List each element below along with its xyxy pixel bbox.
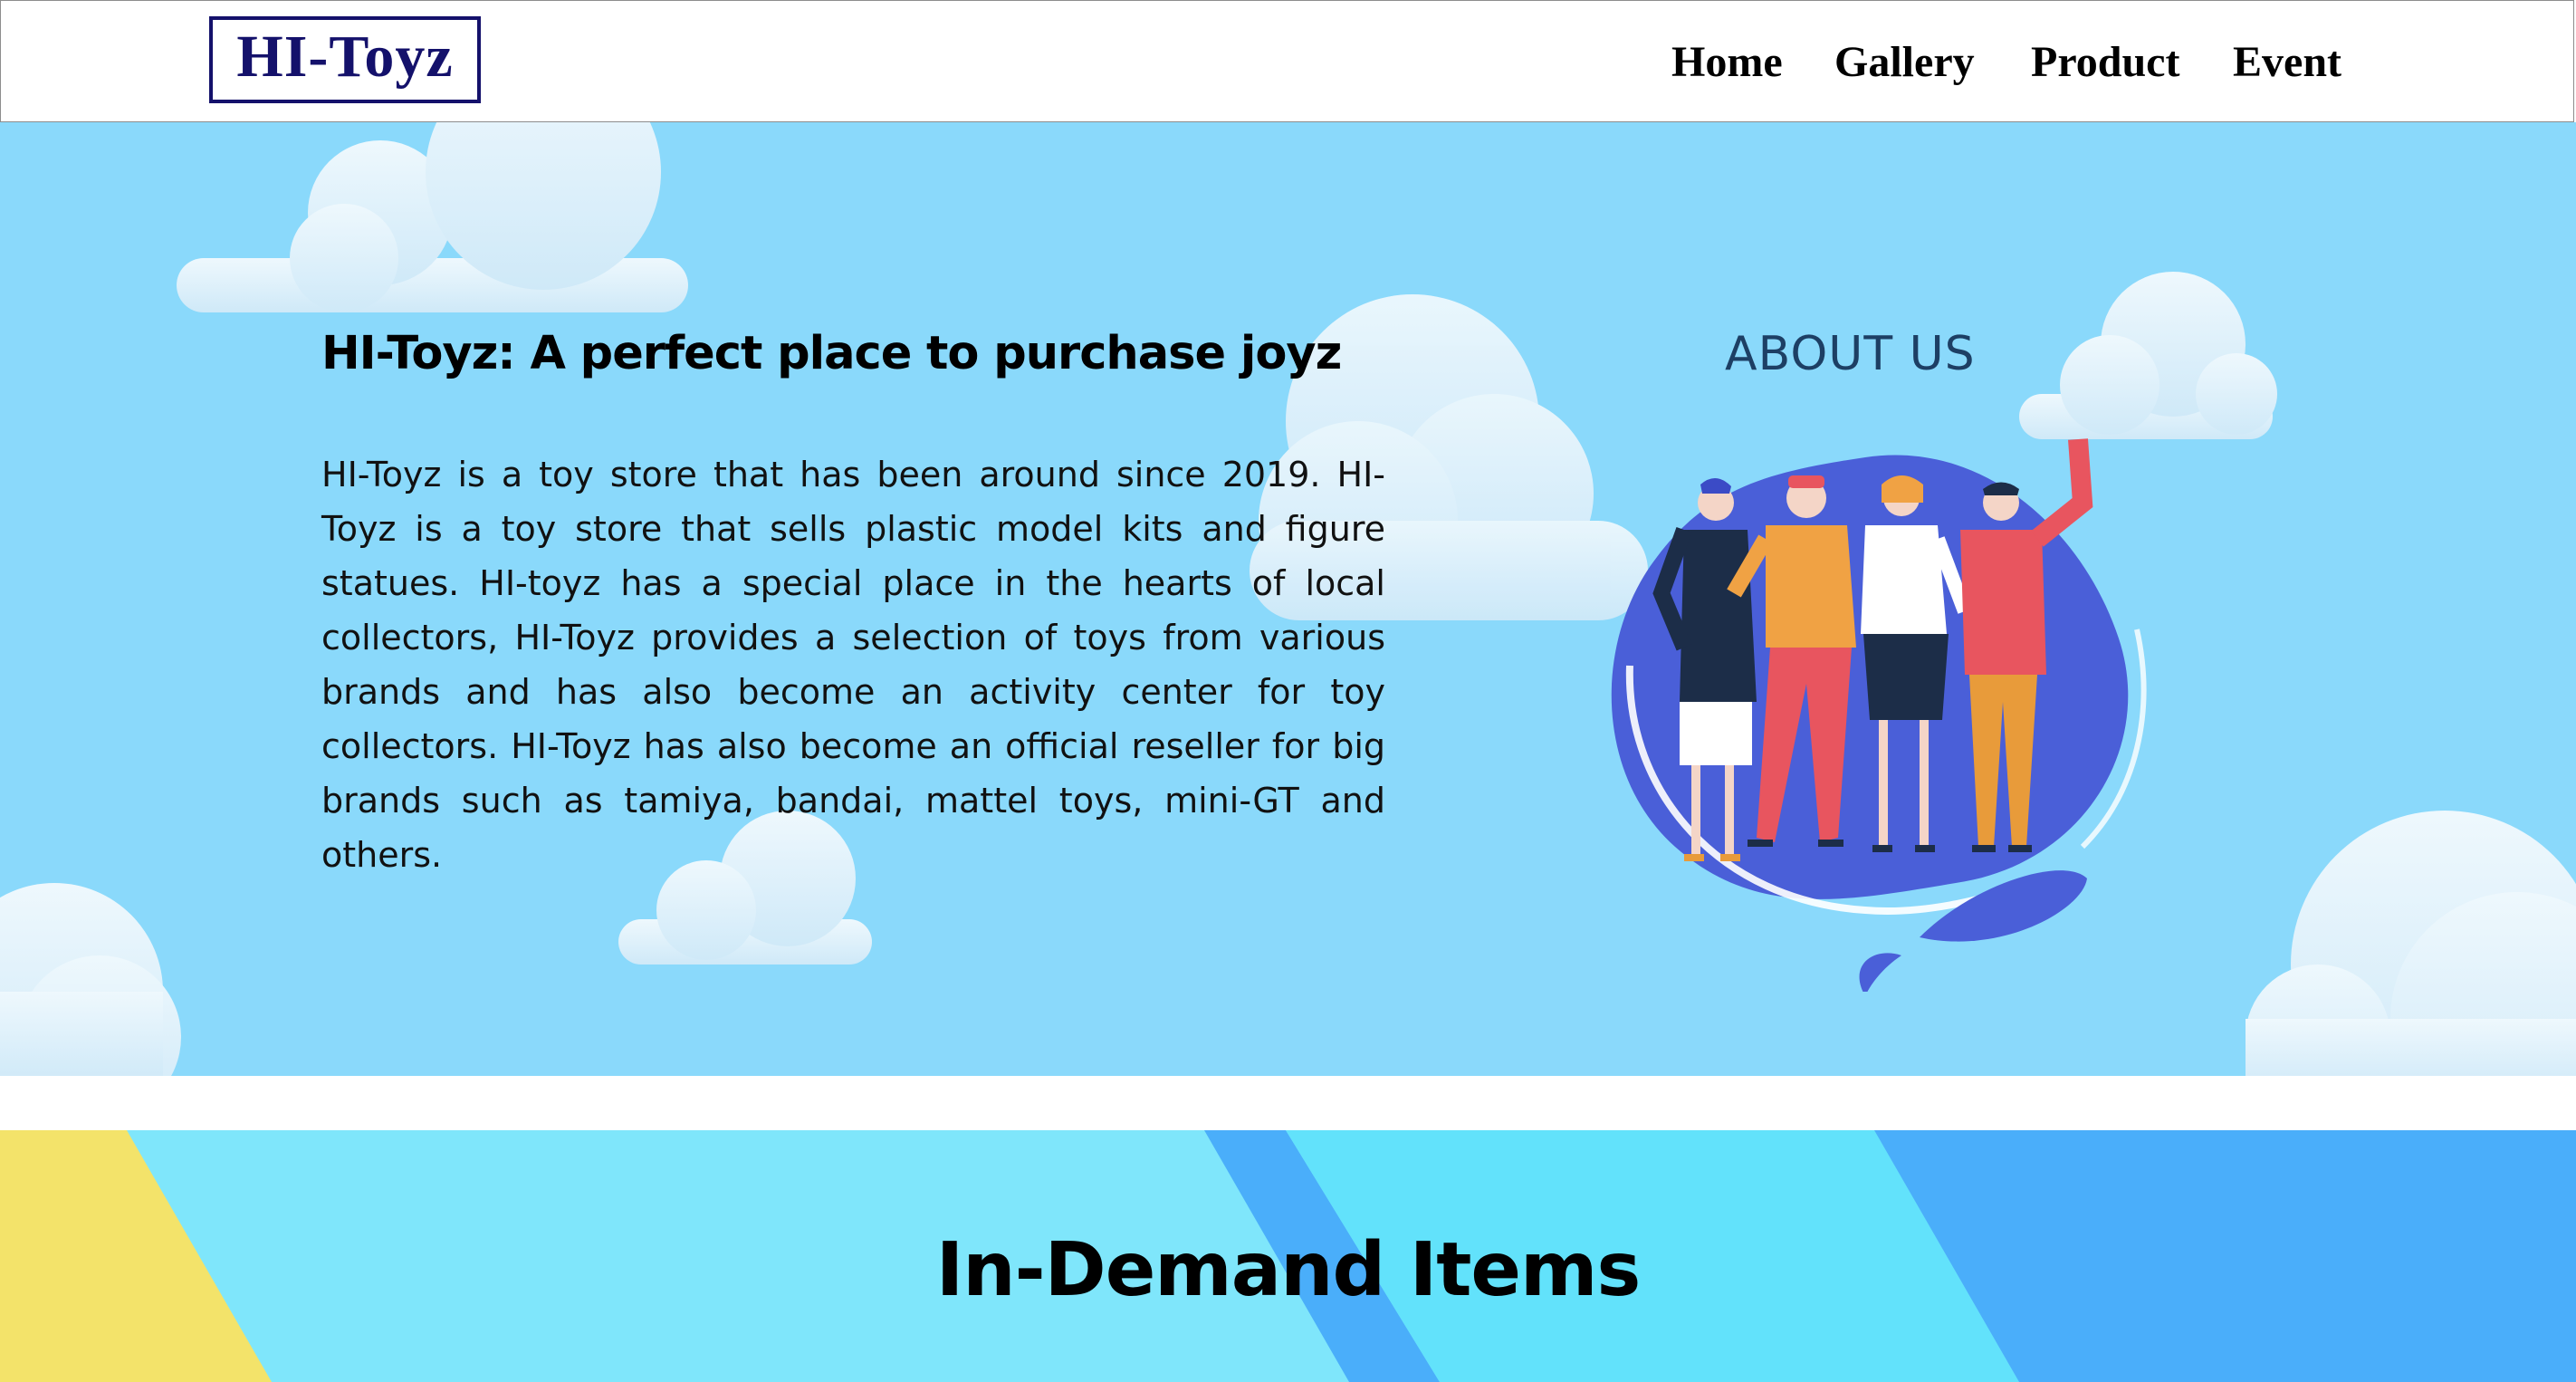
nav-gallery-link[interactable]: Gallery (1834, 35, 1975, 90)
in-demand-section: In-Demand Items (0, 1130, 2576, 1382)
top-navbar: HI-Toyz Home Gallery Product Event (0, 0, 2574, 122)
in-demand-heading: In-Demand Items (935, 1227, 1642, 1313)
nav-event-link[interactable]: Event (2233, 35, 2341, 90)
about-us-illustration (1611, 438, 2147, 992)
about-description: HI-Toyz is a toy store that has been aro… (321, 455, 1385, 875)
about-us-label: ABOUT US (1725, 327, 1976, 381)
cloud-shape (2246, 811, 2576, 1076)
site-logo[interactable]: HI-Toyz (209, 16, 481, 103)
cloud-shape (0, 883, 181, 1076)
cloud-shape (177, 122, 688, 312)
about-section: HI-Toyz: A perfect place to purchase joy… (0, 122, 2576, 1076)
nav-home-link[interactable]: Home (1671, 35, 1783, 90)
nav-product-link[interactable]: Product (2031, 35, 2179, 90)
about-heading: HI-Toyz: A perfect place to purchase joy… (321, 327, 1342, 380)
logo-text: HI-Toyz (236, 24, 454, 90)
